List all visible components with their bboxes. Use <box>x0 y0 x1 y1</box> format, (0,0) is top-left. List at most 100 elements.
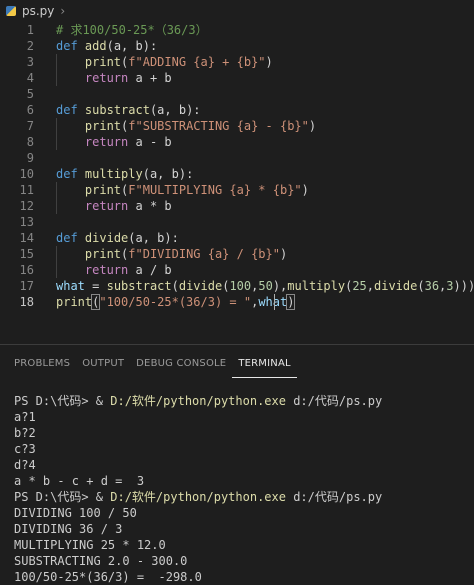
terminal-executable: D:/软件/python/python.exe <box>110 490 286 504</box>
code-line-active[interactable]: 18 print("100/50-25*(36/3) = ",what) <box>0 294 474 310</box>
code-text: print(f"ADDING {a} + {b}") <box>56 54 273 70</box>
string-token: f"SUBSTRACTING {a} - {b}" <box>128 119 309 133</box>
terminal-line: b?2 <box>14 426 36 440</box>
text-cursor <box>274 294 275 310</box>
line-number: 3 <box>26 55 34 69</box>
string-token: F"MULTIPLYING {a} * {b}" <box>128 183 302 197</box>
code-line[interactable]: 13 <box>0 214 474 230</box>
terminal-line: a?1 <box>14 410 36 424</box>
terminal-line: c?3 <box>14 442 36 456</box>
tab-output[interactable]: OUTPUT <box>76 352 130 378</box>
keyword-token: return <box>84 199 129 213</box>
paren-token: ) <box>265 55 273 69</box>
function-call-token: print <box>84 247 122 261</box>
function-name-token: divide <box>84 231 129 245</box>
line-number: 16 <box>19 263 34 277</box>
line-number: 8 <box>26 135 34 149</box>
function-call-token: print <box>84 119 122 133</box>
line-number: 6 <box>26 103 34 117</box>
comment-token: # 求100/50-25*（36/3） <box>56 23 208 37</box>
number-token: 100 <box>229 279 252 293</box>
code-line[interactable]: 15 print(f"DIVIDING {a} / {b}") <box>0 246 474 262</box>
paren-token: ( <box>171 279 179 293</box>
line-number: 11 <box>19 183 34 197</box>
tab-terminal[interactable]: TERMINAL <box>232 352 297 378</box>
keyword-token: def <box>56 103 78 117</box>
code-text: # 求100/50-25*（36/3） <box>56 22 208 38</box>
line-number: 12 <box>19 199 34 213</box>
terminal-line: 100/50-25*(36/3) = -298.0 <box>14 570 202 584</box>
terminal-args: d:/代码/ps.py <box>285 394 383 408</box>
line-number: 13 <box>19 215 34 229</box>
expression-token: a * b <box>128 199 172 213</box>
code-text: return a - b <box>56 134 172 150</box>
code-line[interactable]: 17 what = substract(divide(100,50),multi… <box>0 278 474 294</box>
line-number: 18 <box>19 295 34 309</box>
number-token: 50 <box>258 279 273 293</box>
terminal-line: d?4 <box>14 458 36 472</box>
code-line[interactable]: 8 return a - b <box>0 134 474 150</box>
terminal-line: DIVIDING 36 / 3 <box>14 522 123 536</box>
keyword-token: return <box>84 263 129 277</box>
code-line[interactable]: 1 # 求100/50-25*（36/3） <box>0 22 474 38</box>
tab-debug-console[interactable]: DEBUG CONSOLE <box>130 352 232 378</box>
code-text: def multiply(a, b): <box>56 166 193 182</box>
comma-token: , <box>366 279 374 293</box>
code-text: def substract(a, b): <box>56 102 201 118</box>
function-call-token: print <box>84 183 122 197</box>
keyword-token: def <box>56 167 78 181</box>
line-number: 9 <box>26 151 34 165</box>
code-line[interactable]: 3 print(f"ADDING {a} + {b}") <box>0 54 474 70</box>
function-call-token: divide <box>374 279 418 293</box>
function-name-token: multiply <box>84 167 143 181</box>
python-file-icon <box>6 6 16 16</box>
terminal-prompt: PS D:\代码> & <box>14 394 111 408</box>
code-text: print(f"SUBSTRACTING {a} - {b}") <box>56 118 316 134</box>
code-line[interactable]: 10 def multiply(a, b): <box>0 166 474 182</box>
number-token: 3 <box>446 279 454 293</box>
code-line[interactable]: 2 def add(a, b): <box>0 38 474 54</box>
terminal-args: d:/代码/ps.py <box>285 490 383 504</box>
params-token: (a, b): <box>149 103 201 117</box>
line-number: 15 <box>19 247 34 261</box>
code-line[interactable]: 12 return a * b <box>0 198 474 214</box>
code-line[interactable]: 14 def divide(a, b): <box>0 230 474 246</box>
terminal-command-line: PS D:\代码> & D:/软件/python/python.exe d:/代… <box>14 393 470 409</box>
tab-problems[interactable]: PROBLEMS <box>0 352 76 378</box>
terminal-line: a * b - c + d = 3 <box>14 474 145 488</box>
code-line[interactable]: 16 return a / b <box>0 262 474 278</box>
paren-token: ( <box>417 279 425 293</box>
keyword-token: def <box>56 231 78 245</box>
terminal-executable: D:/软件/python/python.exe <box>110 394 286 408</box>
code-line[interactable]: 7 print(f"SUBSTRACTING {a} - {b}") <box>0 118 474 134</box>
terminal-line: DIVIDING 100 / 50 <box>14 506 137 520</box>
paren-token: ), <box>272 279 288 293</box>
code-line[interactable]: 4 return a + b <box>0 70 474 86</box>
code-text: print("100/50-25*(36/3) = ",what) <box>56 294 296 310</box>
expression-token: a - b <box>128 135 172 149</box>
code-line[interactable]: 6 def substract(a, b): <box>0 102 474 118</box>
code-line[interactable]: 11 print(F"MULTIPLYING {a} * {b}") <box>0 182 474 198</box>
code-text: def divide(a, b): <box>56 230 179 246</box>
expression-token: a / b <box>128 263 172 277</box>
line-number: 10 <box>19 167 34 181</box>
code-line[interactable]: 9 <box>0 150 474 166</box>
code-text: what = substract(divide(100,50),multiply… <box>56 278 474 294</box>
paren-token: ) <box>301 183 309 197</box>
line-number: 1 <box>26 23 34 37</box>
breadcrumb[interactable]: ps.py › <box>0 0 474 22</box>
function-name-token: add <box>84 39 107 53</box>
code-editor[interactable]: 1 # 求100/50-25*（36/3） 2 def add(a, b): 3… <box>0 22 474 322</box>
function-call-token: print <box>56 295 93 309</box>
panel-divider[interactable] <box>0 344 474 345</box>
terminal-output[interactable]: PS D:\代码> & D:/软件/python/python.exe d:/代… <box>14 393 470 585</box>
breadcrumb-file[interactable]: ps.py <box>22 4 54 18</box>
code-line[interactable]: 5 <box>0 86 474 102</box>
variable-token: what <box>56 279 85 293</box>
breadcrumb-separator-icon: › <box>60 4 66 18</box>
line-number: 7 <box>26 119 34 133</box>
code-text: print(f"DIVIDING {a} / {b}") <box>56 246 287 262</box>
expression-token: a + b <box>128 71 172 85</box>
function-call-token: substract <box>106 279 172 293</box>
terminal-line: SUBSTRACTING 2.0 - 300.0 <box>14 554 188 568</box>
